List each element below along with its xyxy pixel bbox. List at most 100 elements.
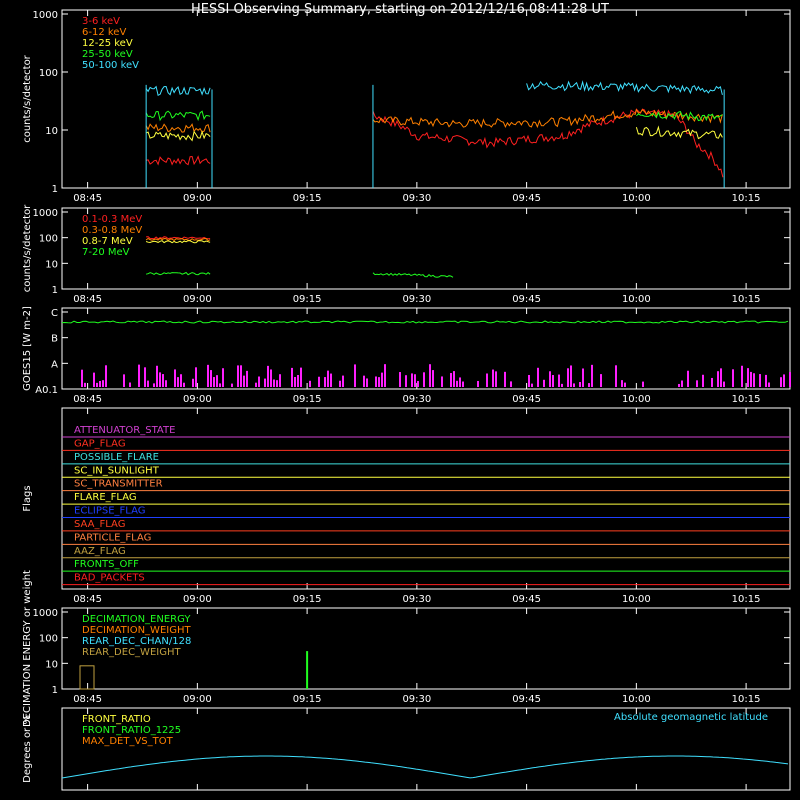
panel-1-legend-1: 6-12 keV <box>82 27 126 38</box>
panel-5-ylabel: DECIMATION ENERGY or weight <box>22 570 33 727</box>
series-12-25-kev <box>145 130 211 142</box>
panel-6-legend-2: MAX_DET_VS_TOT <box>82 736 174 747</box>
time-tick-label: 09:00 <box>183 394 212 405</box>
series-25-50-kev <box>145 110 211 122</box>
time-tick-label: 10:00 <box>622 694 651 705</box>
panel-5-legend-1: DECIMATION_WEIGHT <box>82 625 191 636</box>
flag-label-particle_flag: PARTICLE_FLAG <box>74 532 151 543</box>
time-tick-label: 09:45 <box>512 193 541 204</box>
flag-label-gap_flag: GAP_FLAG <box>74 438 126 449</box>
goes-long-series <box>61 320 789 324</box>
y-tick-label: 1000 <box>33 10 58 21</box>
y-tick-label: 1000 <box>33 208 58 219</box>
time-tick-label: 09:15 <box>293 294 322 305</box>
panel-1-legend-4: 50-100 keV <box>82 60 139 71</box>
panel-6-legend-1: FRONT_RATIO_1225 <box>82 725 181 736</box>
time-tick-label: 09:45 <box>512 694 541 705</box>
flag-label-sc_in_sunlight: SC_IN_SUNLIGHT <box>74 465 160 476</box>
series-0-8-7-mev <box>145 240 211 244</box>
time-tick-label: 09:00 <box>183 193 212 204</box>
observing-summary-figure: HESSI Observing Summary, starting on 201… <box>22 2 791 791</box>
flag-label-eclipse_flag: ECLIPSE_FLAG <box>74 506 145 517</box>
time-tick-label: 09:15 <box>293 193 322 204</box>
goes-level-label: B <box>51 334 58 345</box>
time-tick-label: 08:45 <box>73 594 102 605</box>
rear-dec-weight-box <box>79 665 95 690</box>
panel-6-legend-0: FRONT_RATIO <box>82 714 151 725</box>
panel-5-legend-3: REAR_DEC_WEIGHT <box>82 647 181 658</box>
time-tick-label: 09:30 <box>402 594 431 605</box>
series-7-20-mev <box>145 271 211 276</box>
time-tick-label: 09:30 <box>402 694 431 705</box>
y-tick-label: 1 <box>52 285 58 296</box>
time-tick-label: 10:00 <box>622 394 651 405</box>
panel-6-ylabel: Degrees or % <box>22 715 33 783</box>
goes-level-label: C <box>51 308 58 319</box>
time-tick-label: 10:15 <box>732 694 761 705</box>
time-tick-label: 09:30 <box>402 294 431 305</box>
y-tick-label: 10 <box>45 259 58 270</box>
panel-2-legend-0: 0.1-0.3 MeV <box>82 214 142 225</box>
panel-3-frame <box>61 307 791 390</box>
y-tick-label: 1 <box>52 685 58 696</box>
goes-level-label: A <box>51 359 58 370</box>
flag-label-flare_flag: FLARE_FLAG <box>74 492 137 503</box>
series-12-25-kev <box>635 125 723 140</box>
y-tick-label: 100 <box>39 234 58 245</box>
time-tick-label: 09:30 <box>402 193 431 204</box>
time-tick-label: 08:45 <box>73 694 102 705</box>
time-tick-label: 09:00 <box>183 694 212 705</box>
series-50-100-kev <box>526 80 723 96</box>
time-tick-label: 08:45 <box>73 193 102 204</box>
series-7-20-mev <box>372 272 454 278</box>
series-6-12-kev <box>145 123 211 133</box>
panel-1-legend-2: 12-25 keV <box>82 38 133 49</box>
time-tick-label: 08:45 <box>73 294 102 305</box>
time-tick-label: 09:30 <box>402 394 431 405</box>
y-tick-label: 1 <box>52 184 58 195</box>
time-tick-label: 10:15 <box>732 193 761 204</box>
time-tick-label: 09:15 <box>293 394 322 405</box>
panel-5-legend-2: REAR_DEC_CHAN/128 <box>82 636 191 647</box>
panel-5-legend-0: DECIMATION_ENERGY <box>82 614 191 625</box>
series-50-100-kev <box>145 85 211 97</box>
time-tick-label: 09:15 <box>293 694 322 705</box>
time-tick-label: 10:00 <box>622 594 651 605</box>
flag-label-possible_flare: POSSIBLE_FLARE <box>74 452 159 463</box>
panel-2-legend-1: 0.3-0.8 MeV <box>82 225 142 236</box>
series-6-12-kev <box>372 108 723 129</box>
flag-label-saa_flag: SAA_FLAG <box>74 519 125 530</box>
panel-2-ylabel: counts/s/detector <box>22 204 33 292</box>
panel-4-ylabel: Flags <box>22 485 33 511</box>
y-tick-label: 100 <box>39 68 58 79</box>
flag-label-bad_packets: BAD_PACKETS <box>74 573 145 584</box>
geomagnetic-annotation: Absolute geomagnetic latitude <box>614 712 768 723</box>
time-tick-label: 09:00 <box>183 594 212 605</box>
y-tick-label: 100 <box>39 634 58 645</box>
flag-label-fronts_off: FRONTS_OFF <box>74 559 139 570</box>
flag-label-aaz_flag: AAZ_FLAG <box>74 546 126 557</box>
time-tick-label: 09:15 <box>293 594 322 605</box>
panel-3-ylabel: GOES15 [W m-2] <box>22 306 33 391</box>
geomagnetic-curve <box>61 755 789 779</box>
panel-1-ylabel: counts/s/detector <box>22 54 33 142</box>
series-3-6-kev <box>145 155 211 166</box>
goes-level-label: A0.1 <box>35 385 58 396</box>
time-tick-label: 10:15 <box>732 394 761 405</box>
time-tick-label: 10:15 <box>732 294 761 305</box>
time-tick-label: 10:00 <box>622 193 651 204</box>
y-tick-label: 10 <box>45 126 58 137</box>
panel-1-legend-3: 25-50 keV <box>82 49 133 60</box>
time-tick-label: 09:45 <box>512 594 541 605</box>
time-tick-label: 08:45 <box>73 394 102 405</box>
y-tick-label: 1000 <box>33 608 58 619</box>
flag-label-attenuator_state: ATTENUATOR_STATE <box>74 425 175 436</box>
time-tick-label: 10:00 <box>622 294 651 305</box>
series-0-3-0-8-mev <box>145 237 211 242</box>
series-0-1-0-3-mev <box>146 236 211 240</box>
panel-2-legend-3: 7-20 MeV <box>82 247 130 258</box>
panel-2-legend-2: 0.8-7 MeV <box>82 236 133 247</box>
time-tick-label: 09:00 <box>183 294 212 305</box>
panel-1-legend-0: 3-6 keV <box>82 16 120 27</box>
y-tick-label: 10 <box>45 659 58 670</box>
